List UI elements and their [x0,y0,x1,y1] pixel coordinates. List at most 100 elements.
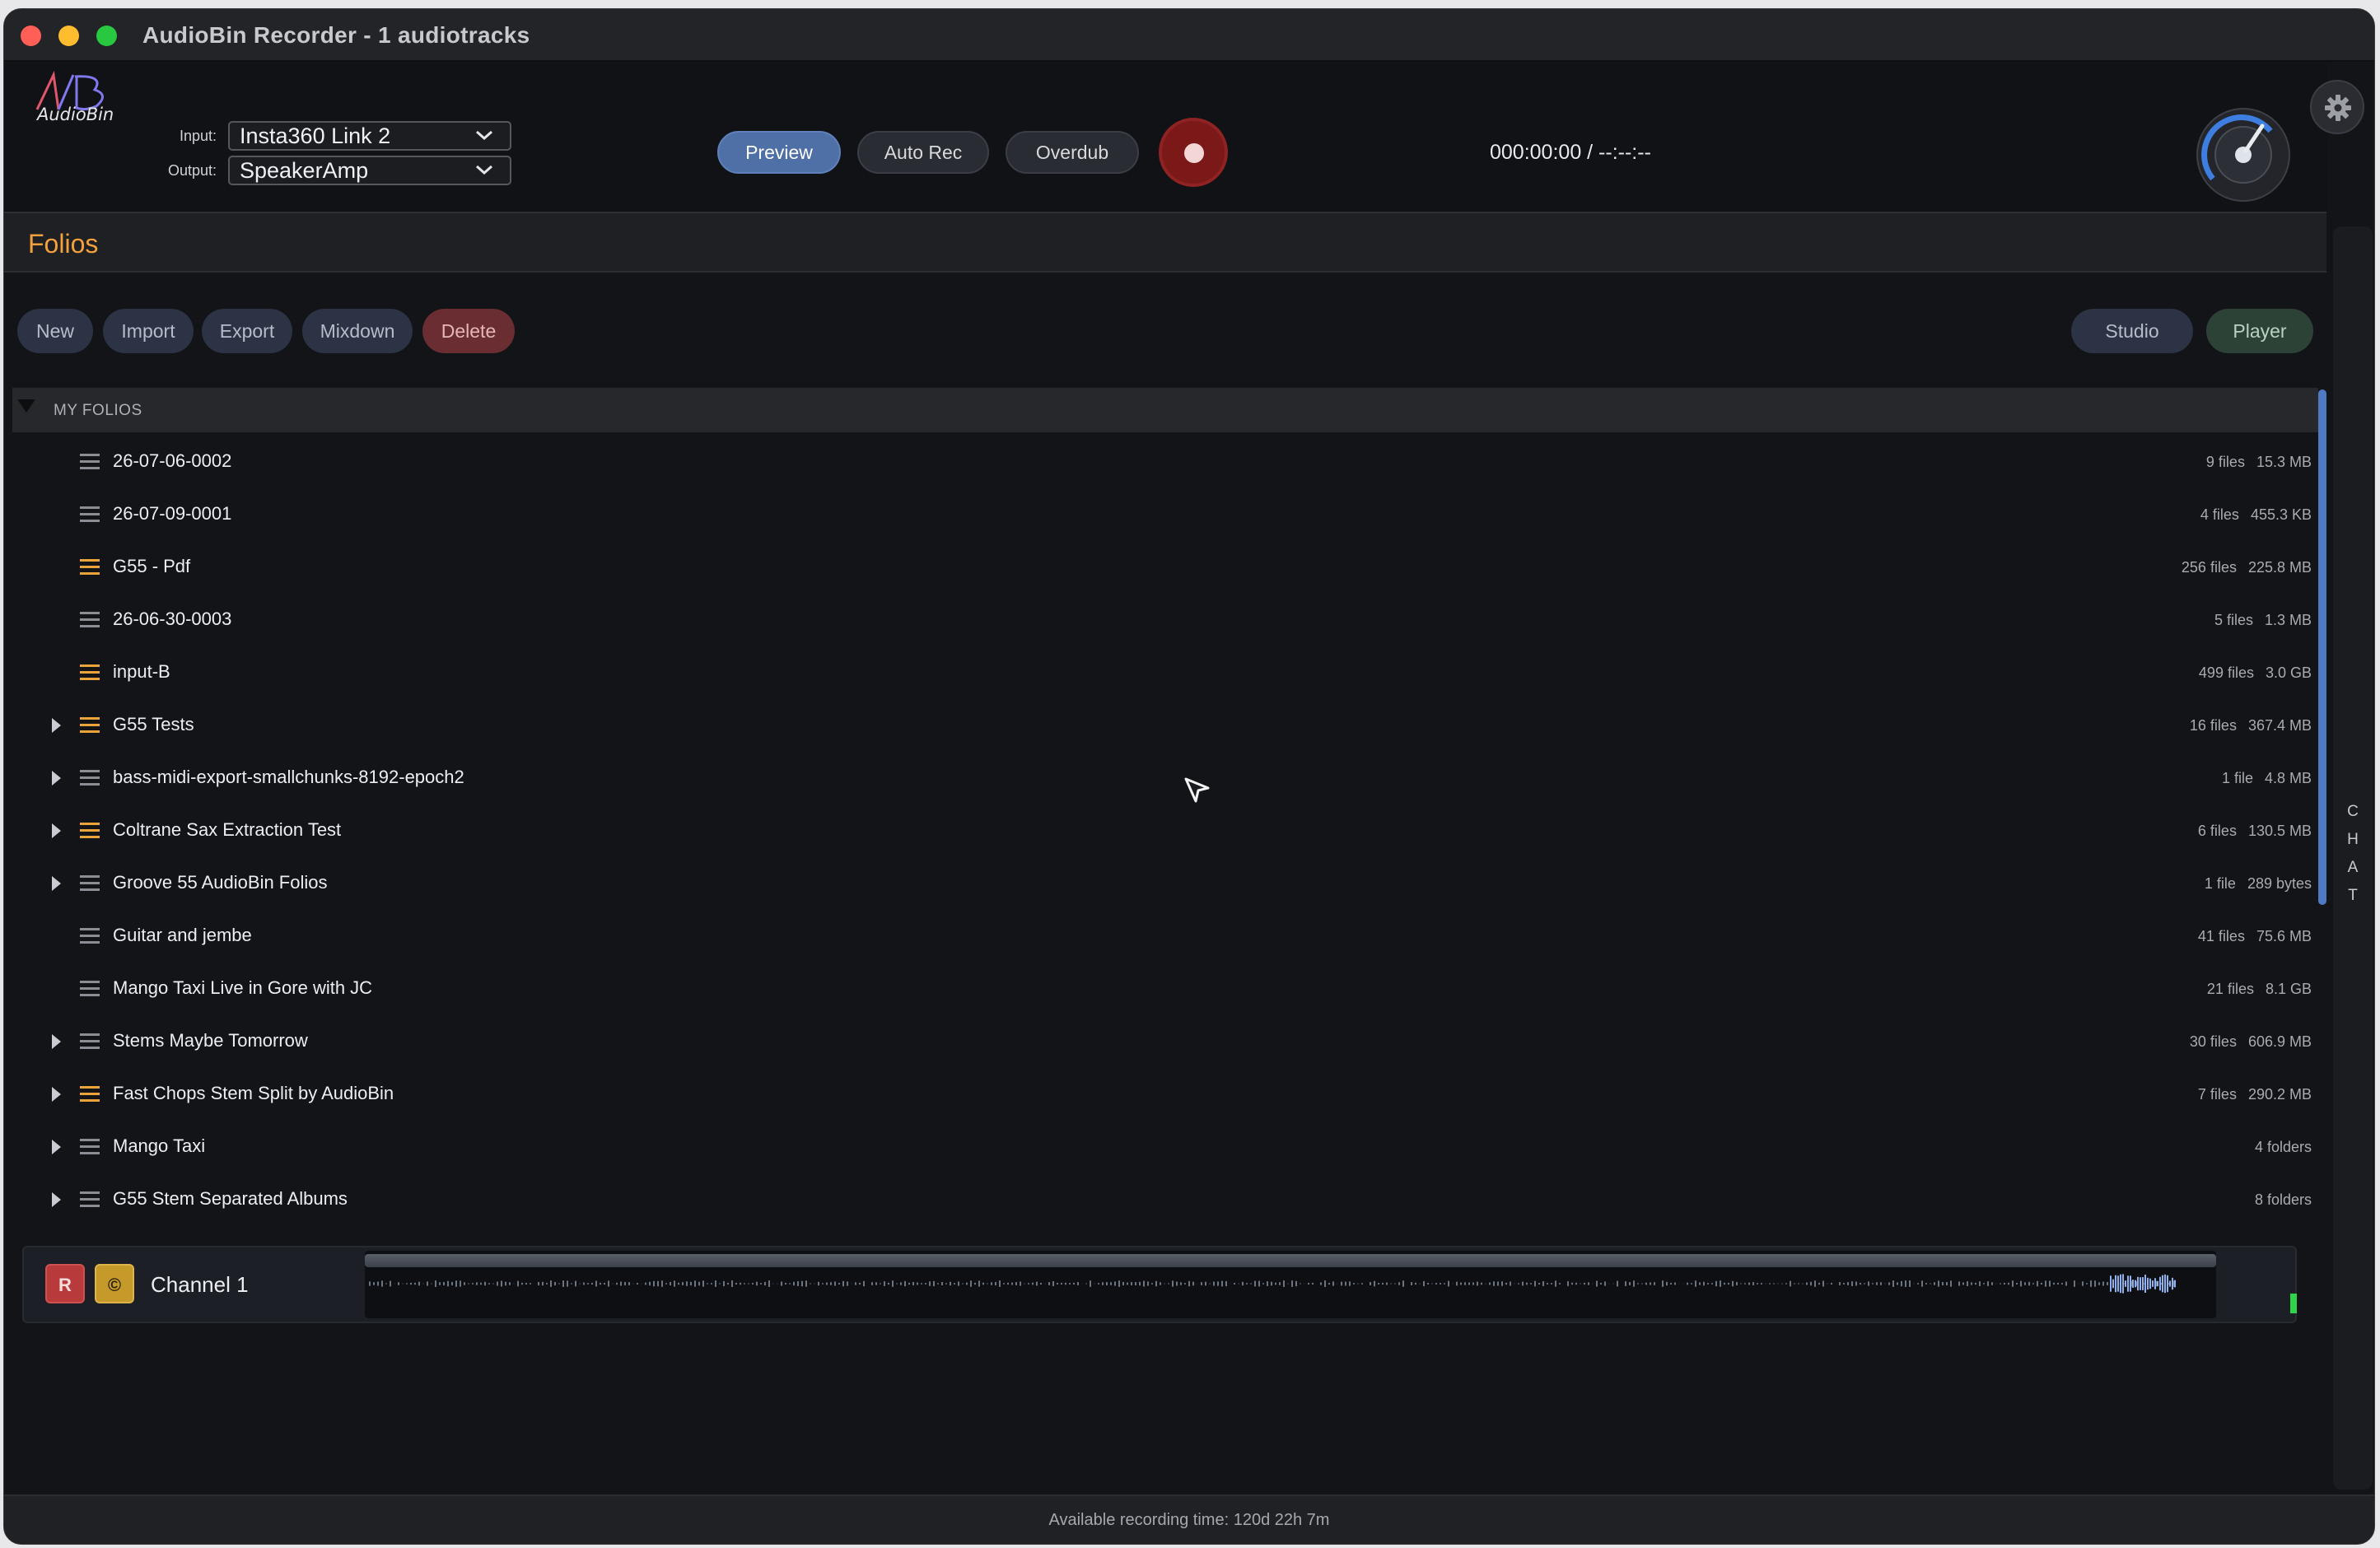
record-dot-icon [1184,143,1204,163]
expand-arrow-icon[interactable] [52,1192,61,1207]
chat-sidebar-tab[interactable]: C H A T [2333,226,2373,1490]
output-value: SpeakerAmp [240,158,369,183]
title-bar: AudioBin Recorder - 1 audiotracks [4,9,2374,62]
chat-letter: C [2347,803,2359,820]
folio-row[interactable]: Guitar and jembe 41 files 75.6 MB [12,910,2318,963]
folio-name: Fast Chops Stem Split by AudioBin [113,1083,394,1103]
drag-handle-icon[interactable] [80,559,100,576]
minimize-window-button[interactable] [58,26,79,46]
folio-row[interactable]: Fast Chops Stem Split by AudioBin 7 files… [12,1068,2318,1121]
record-arm-button[interactable]: R [45,1264,85,1303]
drag-handle-icon[interactable] [80,1139,100,1155]
folio-row[interactable]: Groove 55 AudioBin Folios 1 file 289 bytes [12,857,2318,910]
folio-file-count: 4 files [2200,506,2239,523]
drag-handle-icon[interactable] [80,717,100,734]
channel-name: Channel 1 [151,1272,249,1297]
channel-strip: R © Channel 1 [22,1246,2297,1323]
folio-name: G55 Tests [113,714,194,734]
drag-handle-icon[interactable] [80,875,100,892]
folio-row[interactable]: 26-07-06-0002 9 files 15.3 MB [12,436,2318,488]
new-button[interactable]: New [17,309,93,353]
folio-name: Mango Taxi [113,1135,206,1156]
drag-handle-icon[interactable] [80,454,100,470]
folio-file-count: 7 files [2197,1086,2237,1103]
drag-handle-icon[interactable] [80,823,100,839]
expand-arrow-icon[interactable] [52,876,61,891]
import-button[interactable]: Import [103,309,194,353]
close-window-button[interactable] [21,26,41,46]
folio-row[interactable]: Coltrane Sax Extraction Test 6 files 130.5… [12,804,2318,857]
folio-list-scrollbar[interactable] [2318,389,2326,905]
folio-row[interactable]: input-B 499 files 3.0 GB [12,646,2318,699]
folio-size: 367.4 MB [2247,717,2312,734]
drag-handle-icon[interactable] [80,664,100,681]
player-button[interactable]: Player [2206,309,2313,353]
folio-name: Groove 55 AudioBin Folios [113,872,328,893]
folio-file-count: 30 files [2189,1033,2237,1050]
folio-row[interactable]: Stems Maybe Tomorrow 30 files 606.9 MB [12,1015,2318,1068]
folio-row[interactable]: 26-07-09-0001 4 files 455.3 KB [12,488,2318,541]
waveform-display[interactable] [365,1251,2216,1318]
folio-size: 8 folders [2254,1191,2312,1208]
drag-handle-icon[interactable] [80,1191,100,1208]
expand-arrow-icon[interactable] [52,1034,61,1049]
drag-handle-icon[interactable] [80,1086,100,1103]
folio-name: G55 Stem Separated Albums [113,1188,348,1209]
folio-size: 455.3 KB [2250,506,2312,523]
preview-button[interactable]: Preview [717,131,841,174]
drag-handle-icon[interactable] [80,928,100,944]
folio-row[interactable]: bass-midi-export-smallchunks-8192-epoch2… [12,752,2318,804]
available-recording-time: Available recording time: 120d 22h 7m [1048,1511,1330,1529]
folio-name: 26-07-09-0001 [113,503,232,524]
channel-c-button[interactable]: © [95,1264,134,1303]
record-button[interactable] [1159,118,1228,187]
chevron-down-icon [476,130,492,141]
drag-handle-icon[interactable] [80,1033,100,1050]
folio-size: 3.0 GB [2265,664,2312,681]
brand-name: AudioBin [37,105,114,124]
output-select[interactable]: SpeakerAmp [228,156,511,185]
folio-file-count: 16 files [2189,717,2237,734]
mixdown-button[interactable]: Mixdown [302,309,413,353]
delete-button[interactable]: Delete [422,309,515,353]
expand-arrow-icon[interactable] [52,1087,61,1102]
folio-meta: 499 files 3.0 GB [2199,664,2312,682]
folio-meta: 41 files 75.6 MB [2198,928,2312,945]
folio-row[interactable]: Mango Taxi 4 folders [12,1121,2318,1173]
collapse-triangle-icon[interactable] [17,399,35,413]
input-select[interactable]: Insta360 Link 2 [228,121,511,151]
overdub-button[interactable]: Overdub [1006,131,1139,174]
folio-meta: 5 files 1.3 MB [2214,612,2312,629]
folio-file-count: 41 files [2197,928,2245,944]
folio-meta: 6 files 130.5 MB [2198,823,2312,840]
expand-arrow-icon[interactable] [52,771,61,786]
app-window: AudioBin Recorder - 1 audiotracks AudioB… [3,8,2375,1545]
settings-button[interactable] [2310,80,2364,134]
folio-row[interactable]: G55 Tests 16 files 367.4 MB [12,699,2318,752]
folio-actions-bar: New Import Export Mixdown Delete Studio … [4,274,2326,389]
expand-arrow-icon[interactable] [52,718,61,733]
drag-handle-icon[interactable] [80,612,100,628]
expand-arrow-icon[interactable] [52,1140,61,1154]
drag-handle-icon[interactable] [80,506,100,523]
zoom-window-button[interactable] [96,26,117,46]
volume-knob[interactable] [2195,106,2292,203]
folio-meta: 9 files 15.3 MB [2206,454,2312,471]
chat-letter: T [2348,887,2358,904]
folio-meta: 21 files 8.1 GB [2207,981,2312,998]
studio-button[interactable]: Studio [2071,309,2193,353]
auto-rec-button[interactable]: Auto Rec [857,131,989,174]
folio-row[interactable]: G55 - Pdf 256 files 225.8 MB [12,541,2318,594]
folio-file-count: 9 files [2205,454,2245,470]
chat-letter: A [2347,859,2359,876]
folio-row[interactable]: G55 Stem Separated Albums 8 folders [12,1173,2318,1219]
folio-row[interactable]: Mango Taxi Live in Gore with JC 21 files 8… [12,963,2318,1015]
expand-arrow-icon[interactable] [52,823,61,838]
folio-group-header[interactable]: MY FOLIOS [12,388,2318,432]
drag-handle-icon[interactable] [80,770,100,786]
folio-row[interactable]: 26-06-30-0003 5 files 1.3 MB [12,594,2318,646]
folios-title: Folios [28,229,99,259]
export-button[interactable]: Export [202,309,292,353]
drag-handle-icon[interactable] [80,981,100,997]
folio-name: Coltrane Sax Extraction Test [113,819,342,840]
